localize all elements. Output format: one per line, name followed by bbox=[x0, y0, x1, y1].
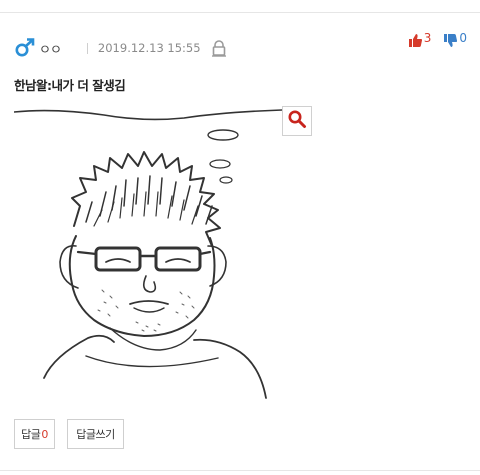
write-reply-label: 답글쓰기 bbox=[76, 428, 115, 441]
post-meta: ㅇㅇ 2019.12.13 15:55 bbox=[14, 38, 227, 58]
post-title: 한남왈:내가 더 잘생김 bbox=[14, 78, 126, 93]
author-nickname[interactable]: ㅇㅇ bbox=[39, 39, 62, 58]
thumbs-down-icon bbox=[443, 33, 458, 52]
upvote-count: 3 bbox=[423, 31, 432, 45]
top-divider bbox=[0, 12, 480, 13]
downvote-button[interactable]: 0 bbox=[443, 31, 467, 52]
cartoon-face-drawing bbox=[13, 109, 283, 399]
reply-label: 답글 bbox=[21, 428, 41, 441]
post-image[interactable] bbox=[13, 106, 314, 406]
reply-count: 0 bbox=[41, 427, 48, 441]
meta-separator bbox=[86, 42, 88, 54]
vote-area: 3 0 bbox=[408, 31, 467, 52]
write-reply-button[interactable]: 답글쓰기 bbox=[67, 419, 124, 449]
downvote-count: 0 bbox=[459, 31, 467, 45]
post-date: 2019.12.13 15:55 bbox=[97, 41, 201, 55]
bottom-divider bbox=[0, 470, 480, 471]
lock-icon bbox=[211, 39, 227, 57]
magnifier-icon bbox=[287, 109, 307, 133]
male-sign-icon bbox=[14, 38, 38, 58]
reply-button[interactable]: 답글 0 bbox=[14, 419, 55, 449]
thumbs-up-icon bbox=[408, 33, 423, 52]
upvote-button[interactable]: 3 bbox=[408, 31, 432, 52]
image-zoom-button[interactable] bbox=[282, 106, 312, 136]
